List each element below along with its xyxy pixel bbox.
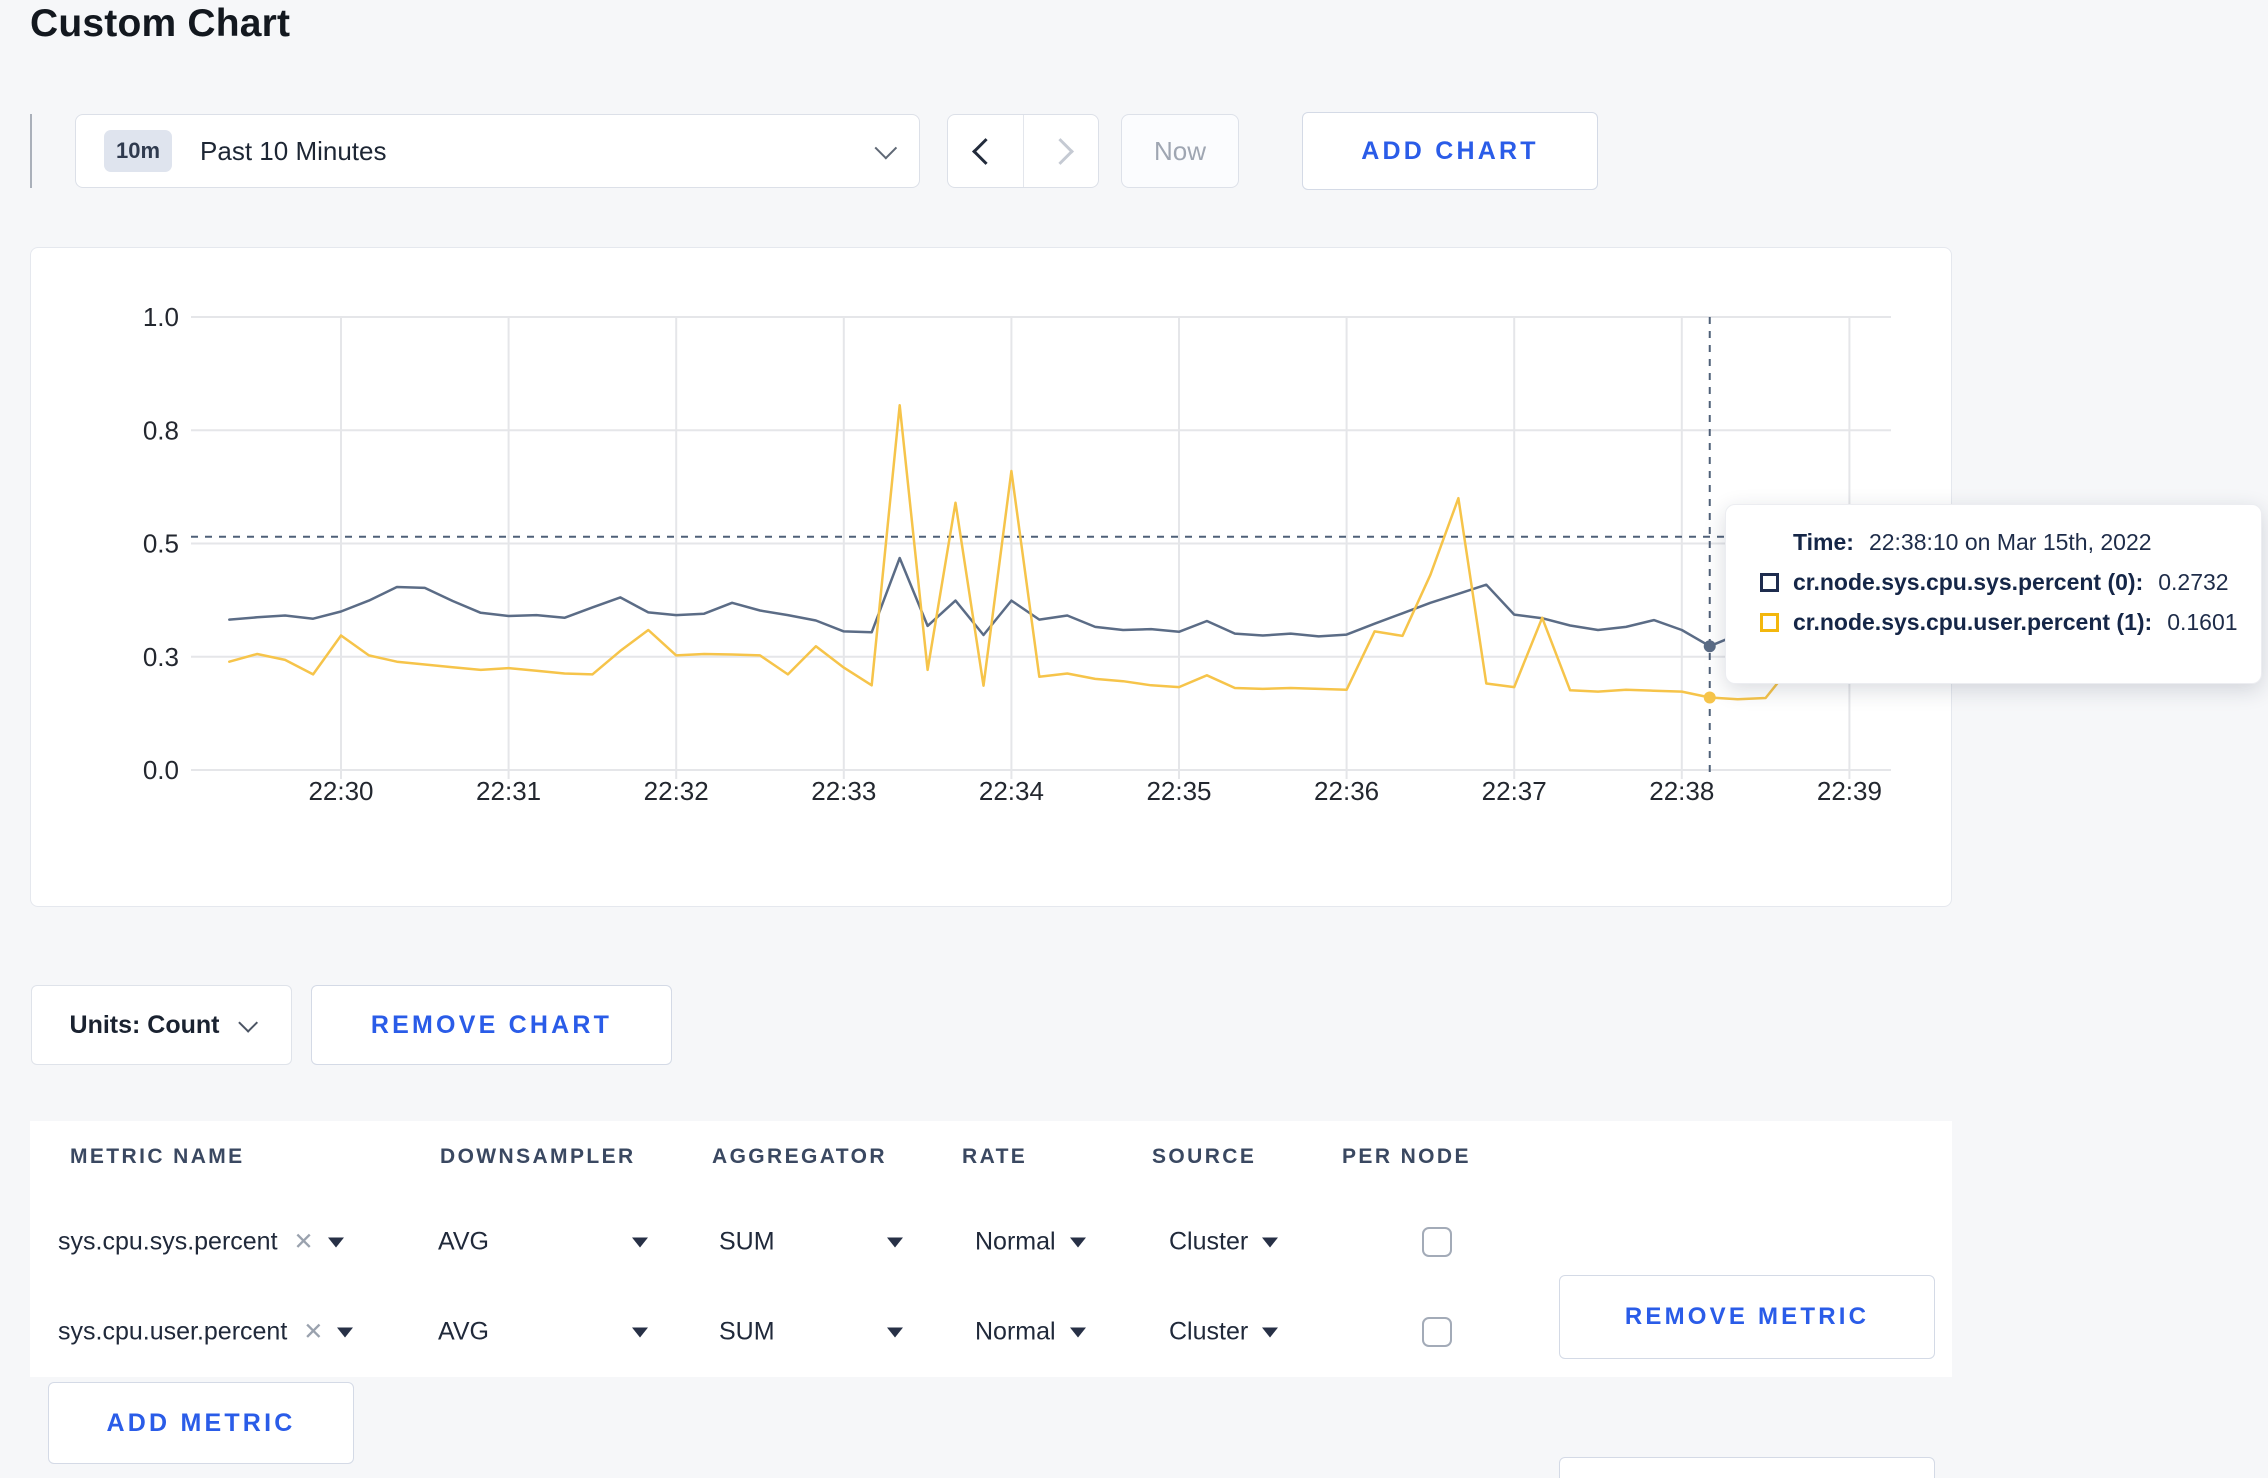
- x-axis-tick-label: 22:32: [644, 776, 709, 806]
- x-axis-tick-label: 22:36: [1314, 776, 1379, 806]
- remove-metric-button[interactable]: REMOVE METRIC: [1559, 1457, 1935, 1478]
- source-value: Cluster: [1169, 1227, 1249, 1256]
- caret-down-icon: [1262, 1327, 1279, 1337]
- rate-value: Normal: [975, 1317, 1056, 1346]
- tooltip-series-value: 0.2732: [2158, 569, 2229, 595]
- rate-select[interactable]: Normal: [975, 1228, 1086, 1257]
- aggregator-value: SUM: [719, 1317, 775, 1346]
- source-select[interactable]: Cluster: [1169, 1317, 1279, 1347]
- rate-value: Normal: [975, 1227, 1056, 1256]
- tooltip-time-value: 22:38:10 on Mar 15th, 2022: [1868, 529, 2152, 555]
- caret-down-icon: [632, 1237, 648, 1247]
- x-axis-tick-label: 22:35: [1146, 776, 1211, 806]
- y-axis-tick-label: 0.5: [143, 529, 179, 559]
- per-node-checkbox[interactable]: [1422, 1227, 1452, 1257]
- metric-name-value: sys.cpu.user.percent: [58, 1317, 288, 1346]
- metric-name-select[interactable]: sys.cpu.sys.percent ✕: [58, 1228, 344, 1257]
- add-metric-button[interactable]: ADD METRIC: [48, 1382, 354, 1464]
- page-title: Custom Chart: [30, 2, 291, 45]
- caret-down-icon: [1262, 1237, 1279, 1247]
- aggregator-select[interactable]: SUM: [719, 1228, 903, 1257]
- y-axis-tick-label: 0.8: [143, 415, 179, 445]
- downsampler-select[interactable]: AVG: [438, 1318, 648, 1347]
- header-source: SOURCE: [1152, 1145, 1257, 1168]
- x-axis-tick-label: 22:37: [1482, 776, 1547, 806]
- source-select[interactable]: Cluster: [1169, 1227, 1279, 1257]
- downsampler-value: AVG: [438, 1317, 489, 1346]
- x-axis-tick-label: 22:30: [308, 776, 373, 806]
- crosshair-data-point: [1703, 691, 1716, 704]
- y-axis-tick-label: 0.0: [143, 755, 179, 785]
- header-rate: RATE: [962, 1145, 1028, 1168]
- time-window-badge: 10m: [104, 130, 173, 172]
- rate-select[interactable]: Normal: [975, 1318, 1086, 1347]
- series-swatch-icon: [1760, 573, 1779, 592]
- chevron-right-icon: [1047, 137, 1075, 165]
- series-line: [228, 404, 1907, 701]
- metrics-line-chart[interactable]: 0.0 0.3 0.5 0.8 1.0 22:30 22:31 22:32 22:33 22:34…: [31, 248, 1953, 908]
- chart-card: 0.0 0.3 0.5 0.8 1.0 22:30 22:31 22:32 22:33 22:34…: [30, 247, 1952, 907]
- caret-down-icon: [327, 1237, 344, 1247]
- downsampler-select[interactable]: AVG: [438, 1228, 648, 1257]
- units-select[interactable]: Units: Count: [31, 985, 292, 1065]
- time-nav-arrows: [947, 114, 1099, 188]
- aggregator-select[interactable]: SUM: [719, 1318, 903, 1347]
- chart-tooltip: Time: 22:38:10 on Mar 15th, 2022 cr.node…: [1725, 504, 2262, 684]
- aggregator-value: SUM: [719, 1227, 775, 1256]
- x-axis-tick-label: 22:38: [1649, 776, 1714, 806]
- chevron-left-icon: [971, 137, 999, 165]
- y-axis-tick-label: 1.0: [143, 302, 179, 332]
- remove-chart-button[interactable]: REMOVE CHART: [311, 985, 672, 1065]
- header-downsampler: DOWNSAMPLER: [440, 1145, 636, 1168]
- metric-name-select[interactable]: sys.cpu.user.percent ✕: [58, 1317, 354, 1347]
- caret-down-icon: [887, 1327, 903, 1337]
- custom-chart-page: Custom Chart 10m Past 10 Minutes Now ADD…: [0, 0, 2268, 1478]
- tooltip-series-row: cr.node.sys.cpu.user.percent (1): 0.1601: [1760, 609, 2238, 636]
- tooltip-time-row: Time: 22:38:10 on Mar 15th, 2022: [1760, 529, 2237, 556]
- caret-down-icon: [337, 1327, 354, 1337]
- clear-metric-icon[interactable]: ✕: [303, 1318, 323, 1347]
- x-axis-tick-label: 22:39: [1817, 776, 1882, 806]
- add-chart-button[interactable]: ADD CHART: [1302, 112, 1598, 190]
- header-per-node: PER NODE: [1342, 1145, 1471, 1168]
- table-row: sys.cpu.user.percent ✕ AVG SUM Normal Cl…: [30, 1287, 1952, 1478]
- tooltip-series-label: cr.node.sys.cpu.sys.percent (0):: [1793, 569, 2144, 595]
- source-value: Cluster: [1169, 1317, 1249, 1346]
- chevron-down-icon: [238, 1012, 259, 1033]
- per-node-checkbox[interactable]: [1422, 1317, 1452, 1347]
- tooltip-time-label: Time:: [1793, 529, 1854, 555]
- caret-down-icon: [632, 1327, 648, 1337]
- chevron-down-icon: [874, 136, 898, 160]
- header-metric-name: METRIC NAME: [70, 1145, 245, 1168]
- caret-down-icon: [1069, 1327, 1086, 1337]
- tooltip-series-row: cr.node.sys.cpu.sys.percent (0): 0.2732: [1760, 569, 2237, 596]
- caret-down-icon: [887, 1237, 903, 1247]
- now-button[interactable]: Now: [1121, 114, 1239, 188]
- tooltip-series-value: 0.1601: [2167, 609, 2238, 635]
- crosshair-data-point: [1703, 640, 1716, 653]
- series-swatch-icon: [1760, 613, 1779, 632]
- downsampler-value: AVG: [438, 1227, 489, 1256]
- y-axis-tick-label: 0.3: [143, 642, 179, 672]
- next-time-button[interactable]: [1022, 115, 1099, 187]
- x-axis-tick-label: 22:31: [476, 776, 541, 806]
- x-axis-tick-label: 22:34: [979, 776, 1044, 806]
- metric-name-value: sys.cpu.sys.percent: [58, 1227, 278, 1256]
- tooltip-series-label: cr.node.sys.cpu.user.percent (1):: [1793, 609, 2153, 635]
- caret-down-icon: [1069, 1237, 1086, 1247]
- metrics-table: METRIC NAME DOWNSAMPLER AGGREGATOR RATE …: [30, 1121, 1952, 1478]
- clear-metric-icon[interactable]: ✕: [294, 1228, 314, 1257]
- time-range-dropdown[interactable]: 10m Past 10 Minutes: [75, 114, 920, 188]
- time-window-label: Past 10 Minutes: [200, 135, 387, 166]
- x-axis-tick-label: 22:33: [811, 776, 876, 806]
- units-label: Units: Count: [69, 1010, 220, 1039]
- header-aggregator: AGGREGATOR: [712, 1145, 887, 1168]
- series-line: [228, 556, 1907, 648]
- prev-time-button[interactable]: [948, 115, 1023, 187]
- table-row: sys.cpu.sys.percent ✕ AVG SUM Normal Clu…: [30, 1197, 1952, 1359]
- toolbar-divider: [30, 114, 32, 188]
